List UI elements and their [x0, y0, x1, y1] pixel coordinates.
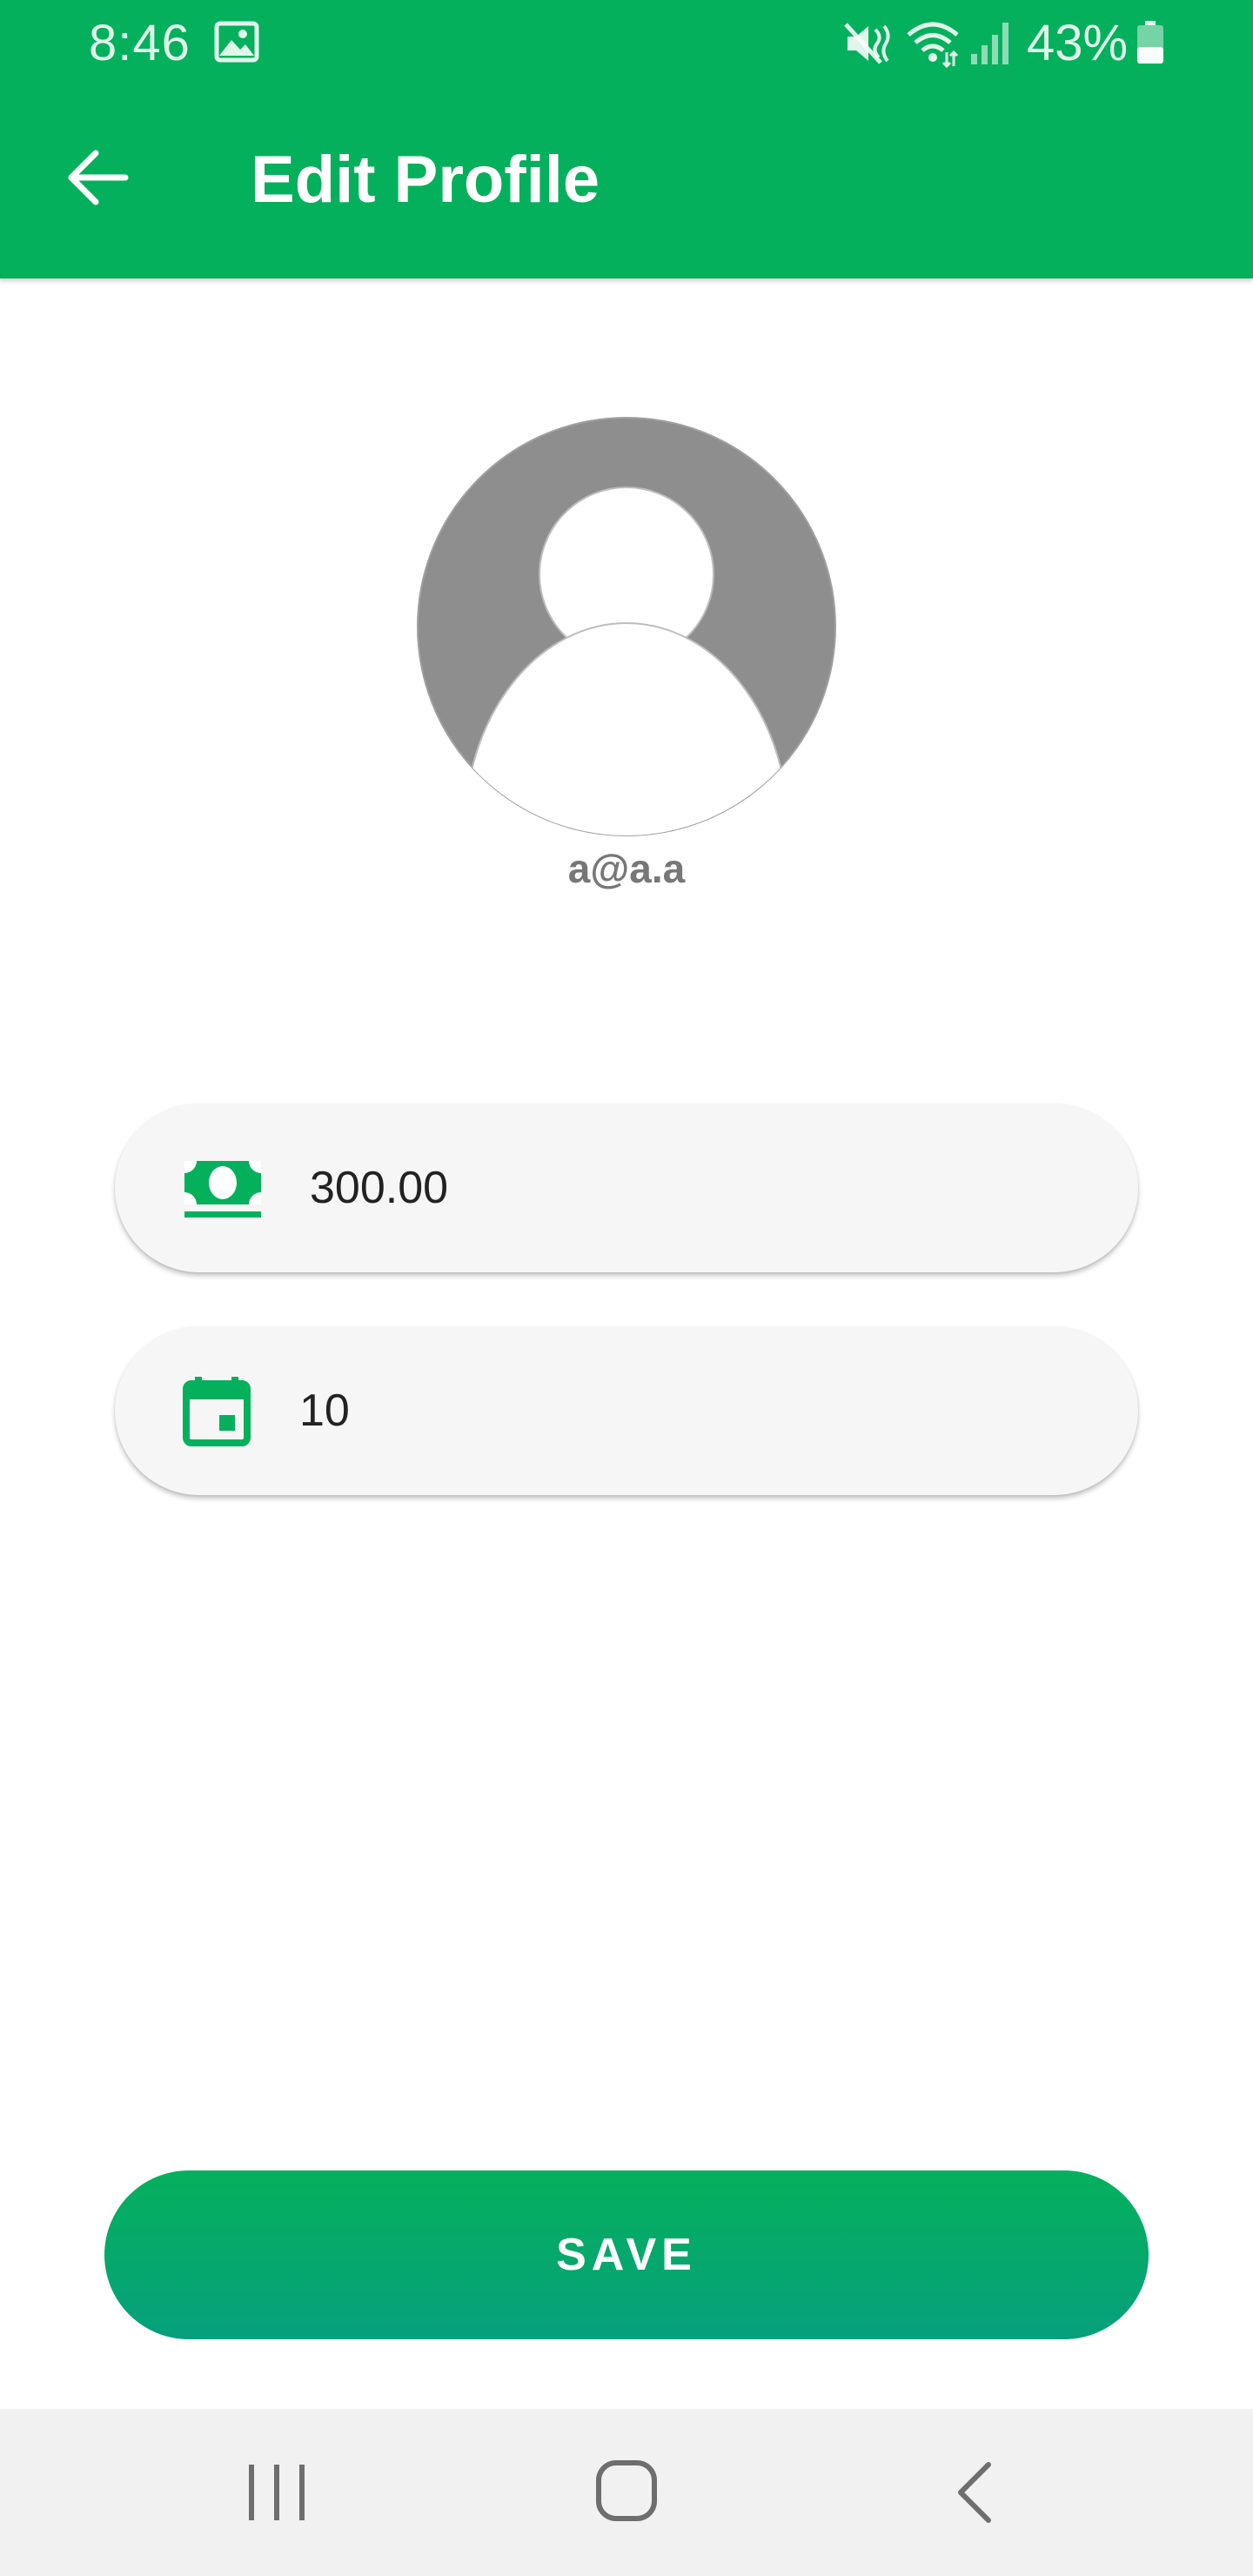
- user-email: a@a.a: [567, 846, 686, 891]
- top-bar: 8:46 43% Edit Profile: [0, 0, 1253, 278]
- amount-value[interactable]: 300.00: [310, 1104, 1093, 1272]
- recents-icon[interactable]: [244, 2461, 310, 2524]
- amount-field[interactable]: 300.00: [115, 1104, 1138, 1272]
- home-icon[interactable]: [593, 2458, 660, 2524]
- mute-icon: [844, 23, 890, 64]
- navigation-bar: [0, 2409, 1253, 2576]
- status-bar: 8:46 43%: [0, 0, 1253, 87]
- save-button[interactable]: SAVE: [104, 2170, 1149, 2339]
- calendar-icon: [183, 1377, 251, 1446]
- back-chevron-icon[interactable]: [954, 2459, 995, 2526]
- days-value[interactable]: 10: [299, 1326, 1082, 1495]
- edit-profile-screen: 8:46 43% Edit Profile a@a.a 300.00 10 SA…: [0, 0, 1253, 2576]
- status-time: 8:46: [89, 15, 191, 71]
- cash-icon: [184, 1161, 261, 1218]
- gallery-notification-icon: [214, 21, 259, 63]
- save-button-label: SAVE: [556, 2230, 697, 2280]
- battery-icon: [1137, 21, 1163, 64]
- avatar[interactable]: [416, 416, 837, 837]
- wifi-icon: [907, 22, 959, 68]
- battery-percent: 43%: [1027, 15, 1129, 71]
- arrow-back-icon: [68, 150, 129, 205]
- page-title: Edit Profile: [251, 143, 600, 217]
- days-field[interactable]: 10: [115, 1326, 1138, 1495]
- signal-icon: [971, 23, 1008, 64]
- app-bar: Edit Profile: [0, 87, 1253, 278]
- back-button[interactable]: [56, 136, 139, 219]
